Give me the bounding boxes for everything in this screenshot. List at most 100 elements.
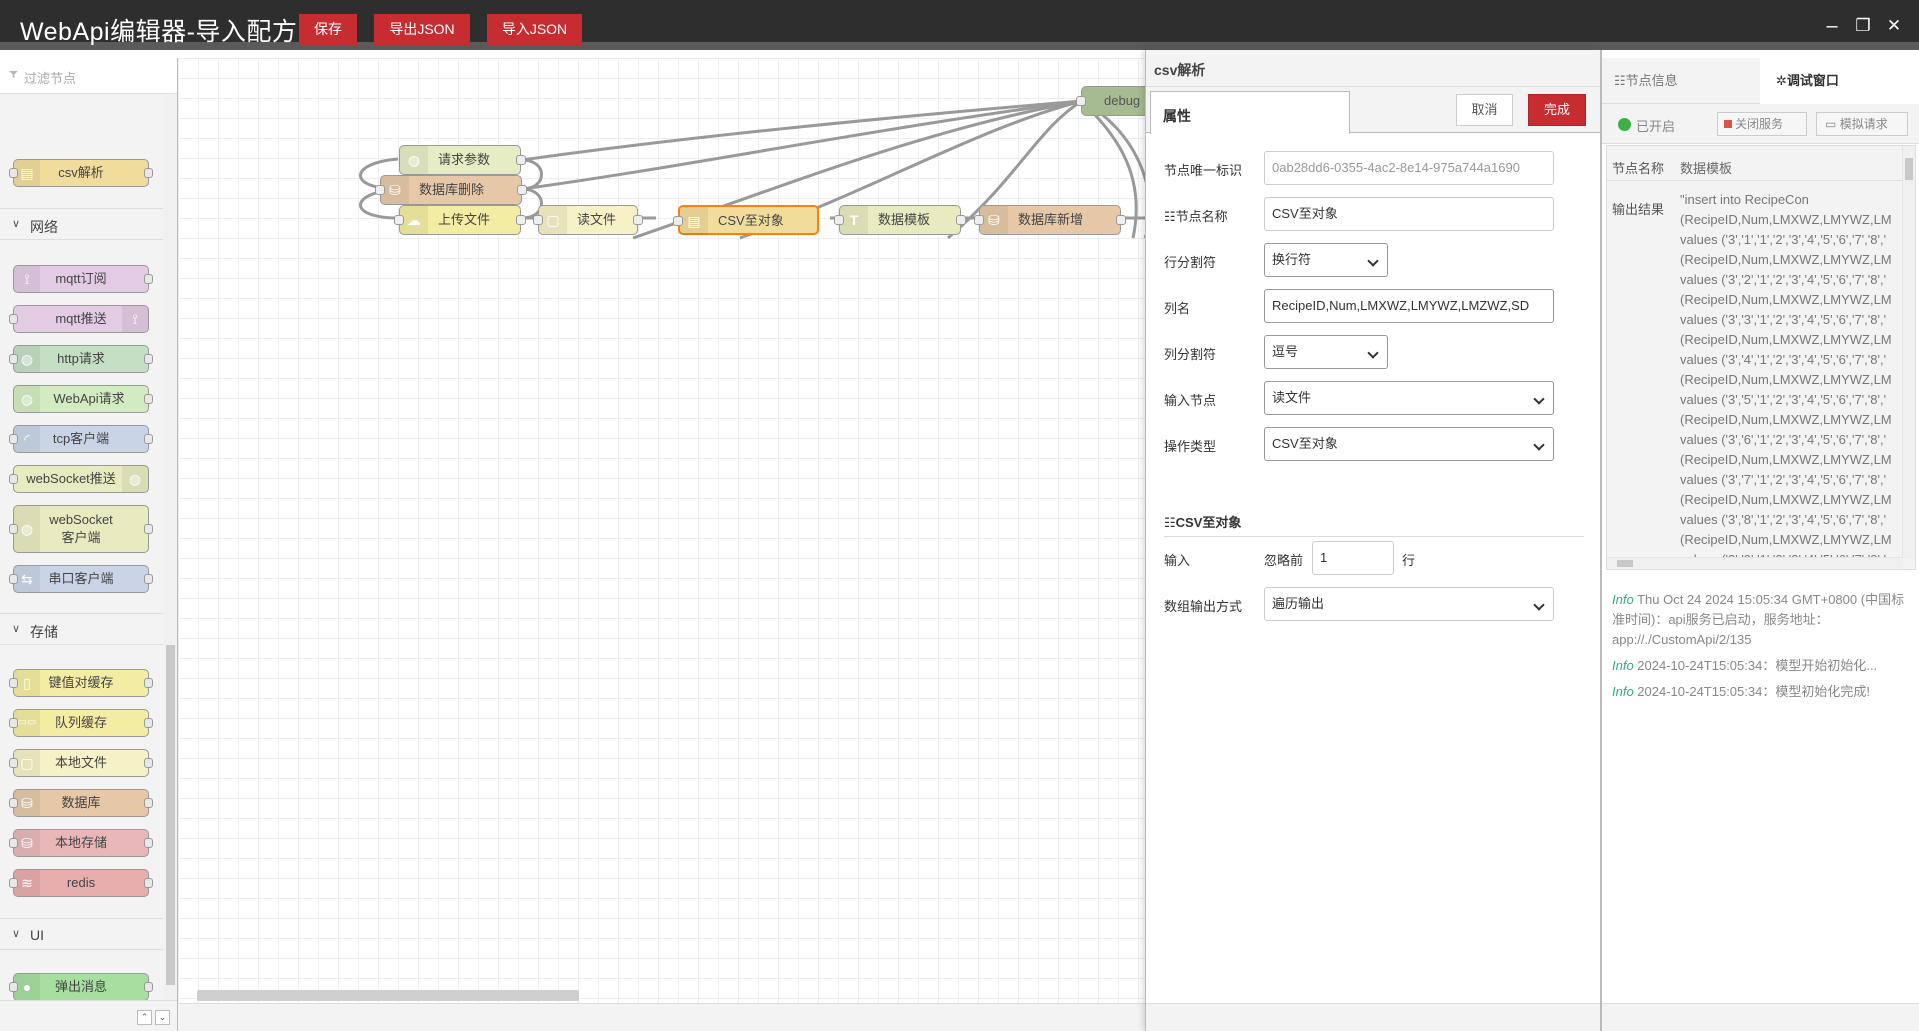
output-port[interactable]	[956, 215, 966, 225]
minimize-icon[interactable]: –	[1820, 14, 1844, 38]
category-network[interactable]: ∨ 网络	[0, 208, 163, 240]
palette-node-mqtt-publish[interactable]: mqtt推送 ⟟	[9, 305, 149, 333]
flow-workspace[interactable]: ◍ 请求参数 ⛁ 数据库删除 ☁ 上传文件 ▢ 读文件 ▤ CSV至对象 T 数…	[178, 58, 1145, 1003]
input-node-select[interactable]: 读文件	[1264, 381, 1554, 415]
node-palette: 过滤节点 ▤ csv解析 ∨ 网络 ⟟ mqtt订阅 mqtt推送 ⟟ ◍ ht…	[0, 58, 178, 1031]
palette-node-mqtt-subscribe[interactable]: ⟟ mqtt订阅	[13, 265, 153, 293]
palette-node-csv[interactable]: ▤ csv解析	[9, 159, 153, 187]
palette-node-kv-cache[interactable]: ▯ 键值对缓存	[9, 669, 153, 697]
output-line: (RecipeID,Num,LMXWZ,LMYWZ,LM	[1680, 412, 1892, 427]
node-id-input[interactable]: 0ab28dd6-0355-4ac2-8e14-975a744a1690	[1264, 151, 1554, 185]
save-button[interactable]: 保存	[299, 14, 357, 45]
row-separator-select[interactable]: 换行符	[1264, 243, 1388, 277]
node-debug[interactable]: debug	[1076, 86, 1145, 116]
database-icon: ⛁	[381, 176, 409, 204]
palette-node-webapi-request[interactable]: ◍ WebApi请求	[13, 385, 153, 413]
chevron-down-icon: ∨	[12, 218, 21, 230]
palette-node-serial-client[interactable]: ⇆ 串口客户端	[9, 565, 153, 593]
node-upload-file[interactable]: ☁ 上传文件	[394, 205, 526, 235]
array-output-select[interactable]: 遍历输出	[1264, 587, 1554, 621]
palette-node-local-storage[interactable]: ⛁ 本地存储	[9, 829, 153, 857]
palette-node-tcp-client[interactable]: ◜ tcp客户端	[9, 425, 153, 453]
output-port[interactable]	[1116, 215, 1126, 225]
tray-footer	[1146, 1003, 1600, 1031]
palette-filter-placeholder: 过滤节点	[24, 71, 77, 86]
scrollbar-thumb[interactable]	[166, 645, 175, 985]
input-port[interactable]	[375, 185, 385, 195]
palette-scrollbar[interactable]	[164, 95, 177, 1000]
output-line: values ('3','2','1','2','3','4','5','6',…	[1680, 272, 1887, 287]
node-name-input[interactable]: CSV至对象	[1264, 197, 1554, 231]
scrollbar-thumb[interactable]	[1617, 560, 1633, 567]
section-title: ☷CSV至对象	[1164, 515, 1242, 530]
palette-node-queue-cache[interactable]: ▭▭ 队列缓存	[9, 709, 153, 737]
input-port	[9, 168, 18, 178]
palette-node-redis[interactable]: ≋ redis	[9, 869, 153, 897]
input-port[interactable]	[1076, 96, 1086, 106]
node-data-template[interactable]: T 数据模板	[834, 205, 966, 235]
scrollbar-thumb[interactable]	[1905, 158, 1913, 180]
import-json-button[interactable]: 导入JSON	[487, 14, 582, 45]
output-port	[144, 574, 153, 584]
input-port[interactable]	[533, 215, 543, 225]
node-db-insert[interactable]: ⛁ 数据库新增	[974, 205, 1126, 235]
output-port	[144, 878, 153, 888]
output-port[interactable]	[517, 185, 527, 195]
tab-debug[interactable]: ✲调试窗口	[1760, 58, 1919, 104]
node-csv-to-object[interactable]: ▤ CSV至对象	[673, 205, 819, 235]
filter-icon	[9, 70, 18, 79]
palette-filter-input[interactable]: 过滤节点	[0, 58, 177, 94]
tab-node-info[interactable]: ☷节点信息	[1614, 58, 1759, 104]
palette-node-local-file[interactable]: ▢ 本地文件	[9, 749, 153, 777]
tray-header: csv解析	[1146, 50, 1600, 87]
palette-node-database[interactable]: ⛁ 数据库	[9, 789, 153, 817]
simulate-request-button[interactable]: ▭ 模拟请求	[1816, 112, 1908, 136]
node-read-file[interactable]: ▢ 读文件	[533, 205, 643, 235]
palette-node-websocket-client[interactable]: ◍ webSocket 客户端	[9, 505, 153, 553]
output-port	[144, 434, 153, 444]
node-edit-tray: csv解析 属性 取消 完成 节点唯一标识 0ab28dd6-0355-4ac2…	[1145, 50, 1601, 1031]
output-port	[144, 274, 153, 284]
globe-icon: ◍	[400, 146, 428, 174]
cancel-button[interactable]: 取消	[1456, 94, 1513, 126]
output-port	[144, 798, 153, 808]
done-button[interactable]: 完成	[1528, 94, 1586, 126]
horizontal-scrollbar[interactable]	[1607, 557, 1903, 569]
restore-icon[interactable]: ❐	[1851, 14, 1875, 38]
output-port[interactable]	[633, 215, 643, 225]
output-line: (RecipeID,Num,LMXWZ,LMYWZ,LM	[1680, 532, 1892, 547]
collapse-all-icon[interactable]: ⌃	[137, 1010, 152, 1025]
node-output-panel: 节点名称 数据模板 输出结果 "insert into RecipeCon (Re…	[1606, 145, 1916, 570]
output-port	[144, 718, 153, 728]
category-storage[interactable]: ∨ 存储	[0, 613, 163, 645]
node-request-params[interactable]: ◍ 请求参数	[399, 145, 526, 175]
input-port[interactable]	[974, 215, 984, 225]
palette-node-popup-message[interactable]: ● 弹出消息	[9, 973, 153, 1000]
expand-all-icon[interactable]: ⌄	[155, 1010, 170, 1025]
stop-service-button[interactable]: 关闭服务	[1717, 112, 1807, 136]
export-json-button[interactable]: 导出JSON	[374, 14, 470, 45]
close-icon[interactable]: ✕	[1882, 14, 1906, 38]
field-operation-type: 操作类型 CSV至对象	[1164, 427, 1584, 461]
tab-properties[interactable]: 属性	[1150, 91, 1350, 134]
flow-wires	[359, 99, 1145, 240]
vertical-scrollbar[interactable]	[1902, 146, 1915, 559]
output-line: (RecipeID,Num,LMXWZ,LMYWZ,LM	[1680, 332, 1892, 347]
operation-type-select[interactable]: CSV至对象	[1264, 427, 1554, 461]
output-port[interactable]	[516, 155, 526, 165]
category-ui[interactable]: ∨ UI	[0, 918, 163, 950]
palette-node-websocket-push[interactable]: webSocket推送 ◍	[9, 465, 149, 493]
palette-node-http-request[interactable]: ◍ http请求	[9, 345, 153, 373]
chevron-down-icon: ∨	[12, 623, 21, 635]
output-port[interactable]	[516, 215, 526, 225]
sidebar-footer	[1602, 1003, 1919, 1031]
output-line: (RecipeID,Num,LMXWZ,LMYWZ,LM	[1680, 452, 1892, 467]
workspace-horizontal-scrollbar[interactable]	[197, 990, 579, 1001]
skip-rows-input[interactable]: 1	[1312, 541, 1394, 575]
input-port[interactable]	[673, 216, 683, 226]
input-port[interactable]	[834, 215, 844, 225]
input-port[interactable]	[394, 215, 404, 225]
node-db-delete[interactable]: ⛁ 数据库删除	[375, 175, 527, 205]
columns-input[interactable]: RecipeID,Num,LMXWZ,LMYWZ,LMZWZ,SD	[1264, 289, 1554, 323]
column-separator-select[interactable]: 逗号	[1264, 335, 1388, 369]
